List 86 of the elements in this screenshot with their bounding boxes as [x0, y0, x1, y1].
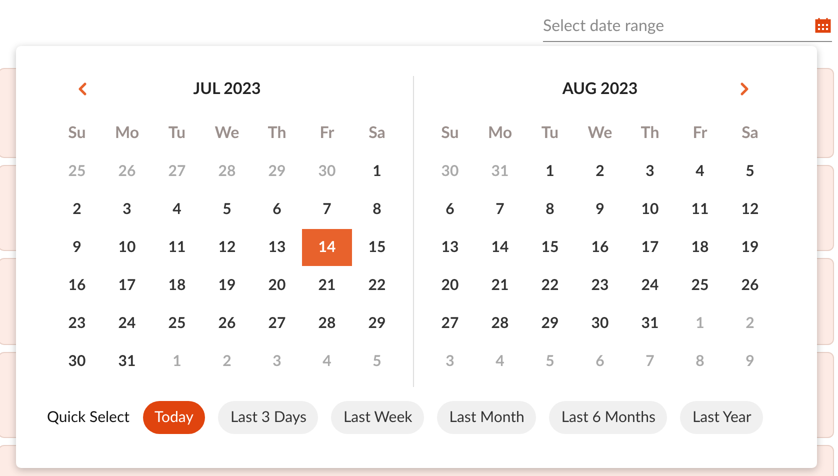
date-range-field[interactable]: Select date range [543, 10, 832, 42]
day-cell[interactable]: 7 [475, 190, 525, 228]
day-cell[interactable]: 5 [725, 152, 775, 190]
weekday-label: Mo [114, 122, 140, 144]
day-cell[interactable]: 6 [252, 190, 302, 228]
weekday-label: Su [441, 122, 459, 144]
day-cell[interactable]: 19 [725, 228, 775, 266]
day-cell[interactable]: 1 [525, 152, 575, 190]
day-cell[interactable]: 28 [302, 304, 352, 342]
day-cell[interactable]: 1 [352, 152, 402, 190]
weekday-label: Tu [541, 122, 559, 144]
day-cell[interactable]: 5 [202, 190, 252, 228]
day-cell[interactable]: 22 [352, 266, 402, 304]
day-cell[interactable]: 24 [102, 304, 152, 342]
day-cell[interactable]: 17 [102, 266, 152, 304]
day-cell[interactable]: 8 [352, 190, 402, 228]
quick-select-chip[interactable]: Last Year [680, 401, 764, 434]
day-cell[interactable]: 6 [425, 190, 475, 228]
weekday-label: Su [68, 122, 86, 144]
day-cell[interactable]: 26 [202, 304, 252, 342]
day-cell[interactable]: 3 [625, 152, 675, 190]
day-cell[interactable]: 9 [52, 228, 102, 266]
quick-select-chip[interactable]: Last Week [331, 401, 424, 434]
day-cell[interactable]: 15 [525, 228, 575, 266]
day-cell[interactable]: 16 [52, 266, 102, 304]
day-cell[interactable]: 23 [52, 304, 102, 342]
weekday-label: Mo [488, 122, 512, 144]
day-cell[interactable]: 2 [52, 190, 102, 228]
day-cell[interactable]: 12 [202, 228, 252, 266]
day-cell[interactable]: 4 [152, 190, 202, 228]
day-cell[interactable]: 21 [475, 266, 525, 304]
weekday-label: Th [268, 122, 286, 144]
day-cell[interactable]: 19 [202, 266, 252, 304]
day-cell[interactable]: 8 [525, 190, 575, 228]
day-cell[interactable]: 10 [102, 228, 152, 266]
weekday-label: Sa [368, 122, 386, 144]
day-cell[interactable]: 20 [252, 266, 302, 304]
quick-select-chip[interactable]: Last 6 Months [549, 401, 668, 434]
quick-select-chip[interactable]: Last Month [437, 401, 536, 434]
day-cell[interactable]: 27 [252, 304, 302, 342]
day-cell[interactable]: 25 [152, 304, 202, 342]
day-cell[interactable]: 18 [675, 228, 725, 266]
day-cell[interactable]: 29 [352, 304, 402, 342]
month-title: AUG 2023 [562, 78, 638, 100]
day-cell[interactable]: 25 [675, 266, 725, 304]
day-cell[interactable]: 24 [625, 266, 675, 304]
day-cell[interactable]: 31 [625, 304, 675, 342]
day-cell[interactable]: 9 [575, 190, 625, 228]
day-cell[interactable]: 21 [302, 266, 352, 304]
day-cell[interactable]: 16 [575, 228, 625, 266]
day-cell[interactable]: 27 [425, 304, 475, 342]
weekday-label: We [588, 122, 612, 144]
day-cell[interactable]: 14 [475, 228, 525, 266]
weekday-label: Sa [742, 122, 758, 144]
weekday-label: Th [640, 122, 660, 144]
day-cell[interactable]: 20 [425, 266, 475, 304]
day-cell[interactable]: 30 [52, 342, 102, 380]
day-cell[interactable]: 31 [102, 342, 152, 380]
day-cell[interactable]: 2 [575, 152, 625, 190]
day-cell[interactable]: 26 [725, 266, 775, 304]
day-cell[interactable]: 23 [575, 266, 625, 304]
quick-select-label: Quick Select [47, 407, 130, 428]
day-cell[interactable]: 13 [252, 228, 302, 266]
weekday-label: We [214, 122, 240, 144]
day-cell[interactable]: 15 [352, 228, 402, 266]
day-cell[interactable]: 18 [152, 266, 202, 304]
day-cell[interactable]: 13 [425, 228, 475, 266]
weekday-label: Tu [168, 122, 186, 144]
day-cell[interactable]: 17 [625, 228, 675, 266]
day-cell[interactable]: 28 [475, 304, 525, 342]
day-cell[interactable]: 11 [675, 190, 725, 228]
calendar-icon[interactable] [815, 17, 831, 33]
day-cell[interactable]: 4 [675, 152, 725, 190]
day-cell[interactable]: 22 [525, 266, 575, 304]
weekday-label: Fr [320, 122, 334, 144]
day-cell[interactable]: 10 [625, 190, 675, 228]
quick-select-chip[interactable]: Last 3 Days [218, 401, 318, 434]
day-cell[interactable]: 3 [102, 190, 152, 228]
month-title: JUL 2023 [193, 78, 261, 100]
day-cell[interactable]: 12 [725, 190, 775, 228]
day-cell[interactable]: 7 [302, 190, 352, 228]
quick-select-chip[interactable]: Today [142, 401, 206, 434]
day-cell[interactable]: 29 [525, 304, 575, 342]
weekday-label: Fr [692, 122, 708, 144]
day-cell[interactable]: 30 [575, 304, 625, 342]
day-cell[interactable]: 11 [152, 228, 202, 266]
